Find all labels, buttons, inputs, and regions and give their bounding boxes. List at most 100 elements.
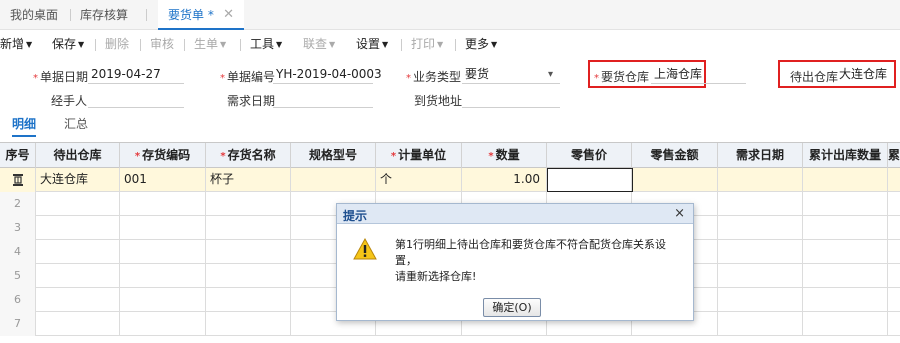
cell[interactable] (803, 192, 888, 216)
out-warehouse-label: 待出仓库 (790, 70, 839, 84)
cell[interactable] (718, 288, 803, 312)
tools-button[interactable]: 工具 ▼ (250, 35, 282, 52)
cell[interactable] (120, 312, 206, 336)
row-number: 4 (0, 240, 36, 264)
dialog-title-bar[interactable]: 提示 × (337, 204, 693, 224)
delete-button[interactable]: 删除 (105, 35, 129, 52)
column-header[interactable]: * 计量单位 (376, 143, 462, 168)
cell[interactable] (803, 312, 888, 336)
cell[interactable] (36, 264, 120, 288)
row-lock-icon[interactable] (0, 168, 36, 192)
column-header[interactable]: 规格型号 (291, 143, 376, 168)
out-warehouse-field[interactable]: 大连仓库 (836, 66, 892, 84)
cell[interactable] (36, 240, 120, 264)
new-button[interactable]: 新增 ▼ (0, 35, 32, 52)
subtab-summary[interactable]: 汇总 (64, 115, 88, 132)
tab-requisition[interactable]: 要货单 * ✕ (158, 0, 244, 30)
cell[interactable] (120, 240, 206, 264)
warning-icon (353, 238, 377, 260)
required-mark: * (220, 151, 226, 162)
doc-date-field[interactable]: 2019-04-27 (88, 66, 184, 84)
tab-close-icon[interactable]: ✕ (223, 0, 234, 30)
tab-bar: 我的桌面 库存核算 要货单 * ✕ (0, 0, 900, 30)
row-number: 5 (0, 264, 36, 288)
req-warehouse-field[interactable]: 上海仓库 (651, 66, 746, 84)
cell-retail-amount[interactable] (632, 168, 718, 192)
linked-query-button[interactable]: 联查 ▼ (303, 35, 335, 52)
cell-need-date[interactable] (718, 168, 803, 192)
cell[interactable] (120, 192, 206, 216)
cell[interactable] (718, 216, 803, 240)
biz-type-select[interactable]: 要货 (462, 66, 560, 84)
cell-overflow[interactable] (888, 168, 900, 192)
doc-no-field[interactable]: YH-2019-04-0003 (273, 66, 382, 84)
save-button[interactable]: 保存 ▼ (52, 35, 84, 52)
column-header-text: 计量单位 (398, 148, 447, 162)
cell[interactable] (206, 264, 291, 288)
cell[interactable] (206, 312, 291, 336)
cell[interactable] (803, 264, 888, 288)
tab-requisition-label: 要货单 * (168, 8, 214, 22)
toolbar-divider (95, 39, 96, 51)
column-header[interactable]: 累计出库数量 (803, 143, 888, 168)
cell[interactable] (803, 240, 888, 264)
cell-item-name[interactable]: 杯子 (206, 168, 291, 192)
cell[interactable] (803, 288, 888, 312)
cell[interactable] (718, 240, 803, 264)
cell-unit[interactable]: 个 (376, 168, 462, 192)
column-header[interactable]: 零售价 (547, 143, 632, 168)
cell-cumulative-qty[interactable] (803, 168, 888, 192)
linked-query-button-label: 联查 (303, 37, 328, 51)
print-button[interactable]: 打印 ▼ (411, 35, 443, 52)
cell-item-code[interactable]: 001 (120, 168, 206, 192)
toolbar-divider (140, 39, 141, 51)
arrival-address-field[interactable] (462, 90, 560, 108)
cell[interactable] (206, 192, 291, 216)
cell[interactable] (803, 216, 888, 240)
ok-button[interactable]: 确定(O) (483, 298, 541, 317)
chevron-down-icon[interactable]: ▾ (548, 69, 553, 80)
tools-button-label: 工具 (250, 37, 275, 51)
cell[interactable] (36, 288, 120, 312)
print-button-label: 打印 (411, 37, 436, 51)
tab-home[interactable]: 我的桌面 (10, 0, 58, 30)
cell[interactable] (120, 264, 206, 288)
cell-quantity[interactable]: 1.00 (462, 168, 547, 192)
cell[interactable] (120, 288, 206, 312)
settings-button[interactable]: 设置 ▼ (356, 35, 388, 52)
chevron-down-icon: ▼ (78, 40, 85, 49)
cell[interactable] (718, 264, 803, 288)
cell[interactable] (206, 240, 291, 264)
table-row[interactable]: 大连仓库 001 杯子 个 1.00 (0, 168, 900, 192)
more-button[interactable]: 更多 ▼ (465, 35, 497, 52)
row-number: 6 (0, 288, 36, 312)
dialog-message-line: 第1行明细上待出仓库和要货仓库不符合配货仓库关系设置， (395, 238, 666, 267)
cell-warehouse[interactable]: 大连仓库 (36, 168, 120, 192)
column-header[interactable]: 累 (888, 143, 900, 168)
required-mark: * (390, 151, 397, 162)
column-header[interactable]: * 数量 (462, 143, 547, 168)
cell[interactable] (120, 216, 206, 240)
handler-field[interactable] (88, 90, 184, 108)
subtab-detail[interactable]: 明细 (12, 115, 37, 137)
cell[interactable] (718, 312, 803, 336)
column-header[interactable]: 待出仓库 (36, 143, 120, 168)
cell[interactable] (36, 312, 120, 336)
column-header[interactable]: 零售金额 (632, 143, 718, 168)
generate-button[interactable]: 生单 ▼ (194, 35, 226, 52)
need-date-field[interactable] (273, 90, 373, 108)
cell[interactable] (36, 216, 120, 240)
cell[interactable] (206, 216, 291, 240)
generate-button-label: 生单 (194, 37, 219, 51)
cell[interactable] (718, 192, 803, 216)
tab-inventory-check[interactable]: 库存核算 (80, 0, 128, 30)
column-header[interactable]: * 存货编码 (120, 143, 206, 168)
audit-button[interactable]: 审核 (150, 35, 174, 52)
cell-spec[interactable] (291, 168, 376, 192)
column-header[interactable]: * 存货名称 (206, 143, 291, 168)
column-header[interactable]: 需求日期 (718, 143, 803, 168)
close-icon[interactable]: × (674, 206, 685, 221)
cell[interactable] (36, 192, 120, 216)
column-header-text: 数量 (495, 148, 520, 162)
cell[interactable] (206, 288, 291, 312)
